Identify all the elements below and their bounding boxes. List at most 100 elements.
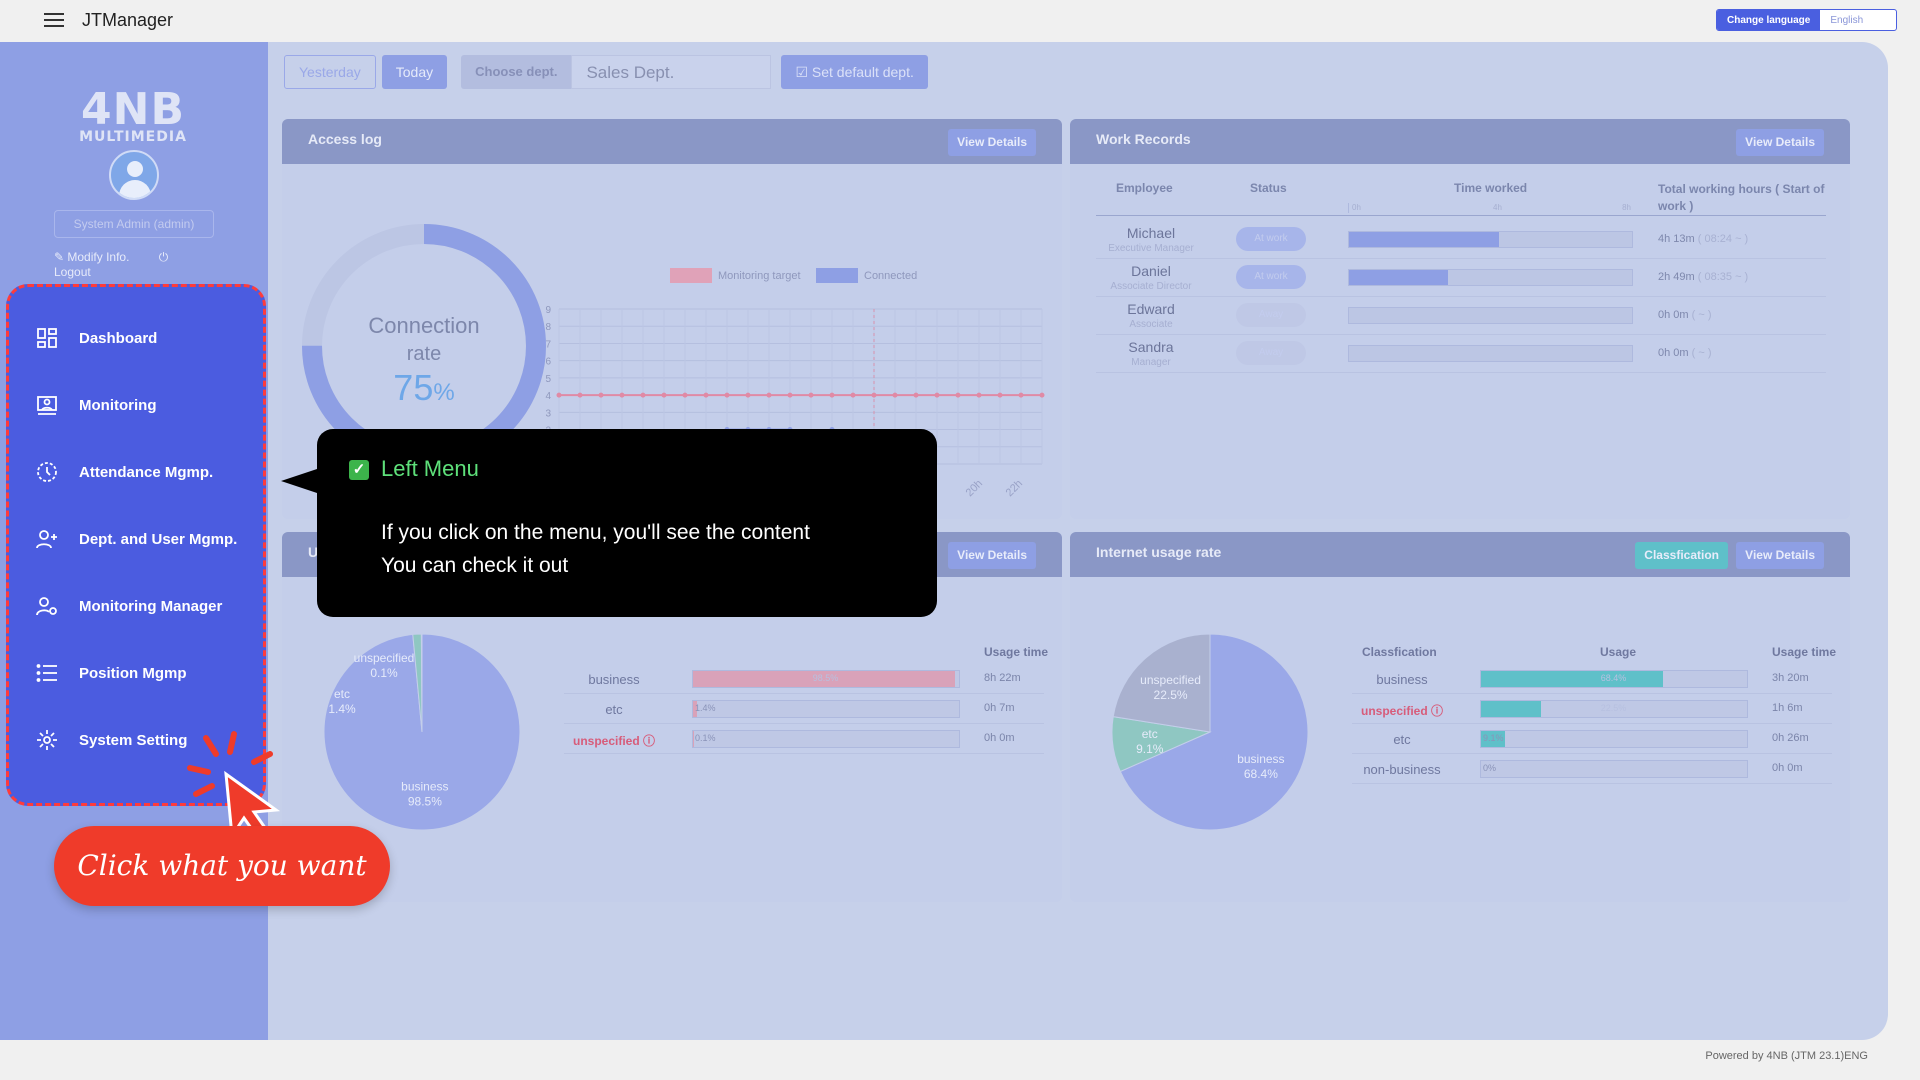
list-item: unspecified ⓘ 0.1% 0h 0m xyxy=(564,724,1044,754)
employee-name: Daniel xyxy=(1131,263,1171,279)
sidebar-item-attendance[interactable]: Attendance Mgmp. xyxy=(35,457,213,487)
user-name: System Admin (admin) xyxy=(54,210,214,238)
internet-usage-header: Internet usage rate Classfication View D… xyxy=(1070,532,1850,577)
usage-view-details-button[interactable]: View Details xyxy=(948,542,1036,569)
sidebar-item-monitoring-manager[interactable]: Monitoring Manager xyxy=(35,591,222,621)
employee-role: Executive Manager xyxy=(1108,243,1194,254)
pie-label: unspecified xyxy=(354,651,415,665)
avatar xyxy=(109,150,159,200)
usage-col-time: Usage time xyxy=(984,645,1049,659)
sidebar-item-dept-user[interactable]: Dept. and User Mgmp. xyxy=(35,524,237,554)
top-bar: JTManager Change language English xyxy=(0,0,1920,42)
yesterday-button[interactable]: Yesterday xyxy=(284,55,376,89)
time-worked-fill xyxy=(1349,232,1499,247)
time-worked-fill xyxy=(1349,270,1449,285)
usage-time: 1h 6m xyxy=(1772,702,1803,714)
usage-fill xyxy=(1481,701,1541,717)
series-point-0 xyxy=(577,392,583,398)
employee-name: Sandra xyxy=(1128,339,1174,355)
internet-col-time: Usage time xyxy=(1772,645,1837,659)
user-gear-icon xyxy=(35,594,59,618)
sidebar-item-monitoring[interactable]: Monitoring xyxy=(35,390,156,420)
usage-time: 0h 7m xyxy=(984,702,1015,714)
cursor-click-icon xyxy=(187,731,281,838)
series-point-0 xyxy=(913,392,919,398)
pie-label: business xyxy=(1237,752,1284,766)
status-badge: Away xyxy=(1236,341,1306,365)
checkbox-icon: ✓ xyxy=(349,460,369,480)
series-point-0 xyxy=(955,392,961,398)
pie-value: 68.4% xyxy=(1244,767,1278,781)
table-row: Michael Executive Manager At work 4h 13m ( … xyxy=(1096,221,1826,259)
series-point-0 xyxy=(556,392,562,398)
usage-time: 3h 20m xyxy=(1772,672,1809,684)
time-worked-bar xyxy=(1348,231,1633,248)
language-selector[interactable]: Change language English xyxy=(1716,9,1898,31)
classification-button[interactable]: Classfication xyxy=(1635,542,1728,569)
today-button[interactable]: Today xyxy=(381,55,448,89)
left-menu-tooltip: ✓ Left Menu If you click on the menu, yo… xyxy=(281,429,937,617)
total-hours: 4h 13m ( 08:24 ~ ) xyxy=(1658,233,1749,245)
series-point-0 xyxy=(997,392,1003,398)
list-item: etc 1.4% 0h 7m xyxy=(564,694,1044,724)
employee-role: Associate xyxy=(1129,319,1173,330)
usage-bar: 0% xyxy=(1480,760,1748,778)
time-worked-bar xyxy=(1348,307,1633,324)
pie-value: 98.5% xyxy=(408,795,442,809)
series-point-0 xyxy=(598,392,604,398)
list-item: business 98.5% 8h 22m xyxy=(564,664,1044,694)
access-log-header: Access log View Details xyxy=(282,119,1062,164)
gear-icon xyxy=(35,728,59,752)
usage-bar: 9.1% xyxy=(1480,730,1748,748)
date-dept-controls: Yesterday Today Choose dept. Sales Dept.… xyxy=(284,55,928,89)
legend-connected-swatch xyxy=(816,268,858,283)
usage-bar: 22.5% xyxy=(1480,700,1748,718)
col-total-hours: Total working hours ( Start of work ) xyxy=(1658,182,1825,213)
total-hours: 0h 0m ( ~ ) xyxy=(1658,309,1712,321)
dept-select[interactable]: Sales Dept. xyxy=(571,55,772,89)
app-title: JTManager xyxy=(82,10,174,30)
access-log-view-details-button[interactable]: View Details xyxy=(948,129,1036,156)
usage-time: 0h 0m xyxy=(1772,762,1803,774)
total-hours: 0h 0m ( ~ ) xyxy=(1658,347,1712,359)
internet-col-class: Classfication xyxy=(1362,645,1437,659)
usage-bar: 1.4% xyxy=(692,700,960,718)
internet-usage-view-details-button[interactable]: View Details xyxy=(1736,542,1824,569)
series-point-0 xyxy=(1018,392,1024,398)
usage-time: 8h 22m xyxy=(984,672,1021,684)
series-point-0 xyxy=(619,392,625,398)
usage-time: 0h 0m xyxy=(984,732,1015,744)
modify-info-link[interactable]: ✎ Modify Info. xyxy=(54,250,129,264)
series-point-0 xyxy=(787,392,793,398)
sidebar-item-position[interactable]: Position Mgmp xyxy=(35,658,187,688)
series-point-0 xyxy=(724,392,730,398)
sidebar-item-dashboard[interactable]: Dashboard xyxy=(35,323,157,353)
status-badge: Away xyxy=(1236,303,1306,327)
table-row: Sandra Manager Away 0h 0m ( ~ ) xyxy=(1096,335,1826,373)
series-point-0 xyxy=(892,392,898,398)
rate-label-2: rate xyxy=(407,343,441,365)
language-value[interactable]: English xyxy=(1820,10,1896,30)
change-language-button[interactable]: Change language xyxy=(1717,10,1821,30)
set-default-dept-button[interactable]: ☑ Set default dept. xyxy=(781,55,928,89)
series-point-0 xyxy=(850,392,856,398)
series-point-0 xyxy=(976,392,982,398)
table-row: Edward Associate Away 0h 0m ( ~ ) xyxy=(1096,297,1826,335)
footer: Powered by 4NB (JTM 23.1)ENG xyxy=(1705,1050,1868,1062)
choose-dept-label: Choose dept. xyxy=(461,55,572,89)
tooltip-line-1: If you click on the menu, you'll see the… xyxy=(381,521,810,544)
pie-slice xyxy=(420,633,423,733)
internet-col-usage: Usage xyxy=(1600,645,1637,659)
pie-value: 1.4% xyxy=(328,702,356,716)
series-point-0 xyxy=(808,392,814,398)
hamburger-menu-icon[interactable] xyxy=(44,13,64,28)
series-point-0 xyxy=(934,392,940,398)
usage-time: 0h 26m xyxy=(1772,732,1809,744)
list-item: business 68.4% 3h 20m xyxy=(1352,664,1832,694)
usage-percent: 68.4% xyxy=(1600,673,1627,683)
series-point-0 xyxy=(1039,392,1045,398)
sidebar-item-system-setting[interactable]: System Setting xyxy=(35,725,187,755)
monitoring-icon xyxy=(35,393,59,417)
work-records-view-details-button[interactable]: View Details xyxy=(1736,129,1824,156)
series-point-0 xyxy=(703,392,709,398)
